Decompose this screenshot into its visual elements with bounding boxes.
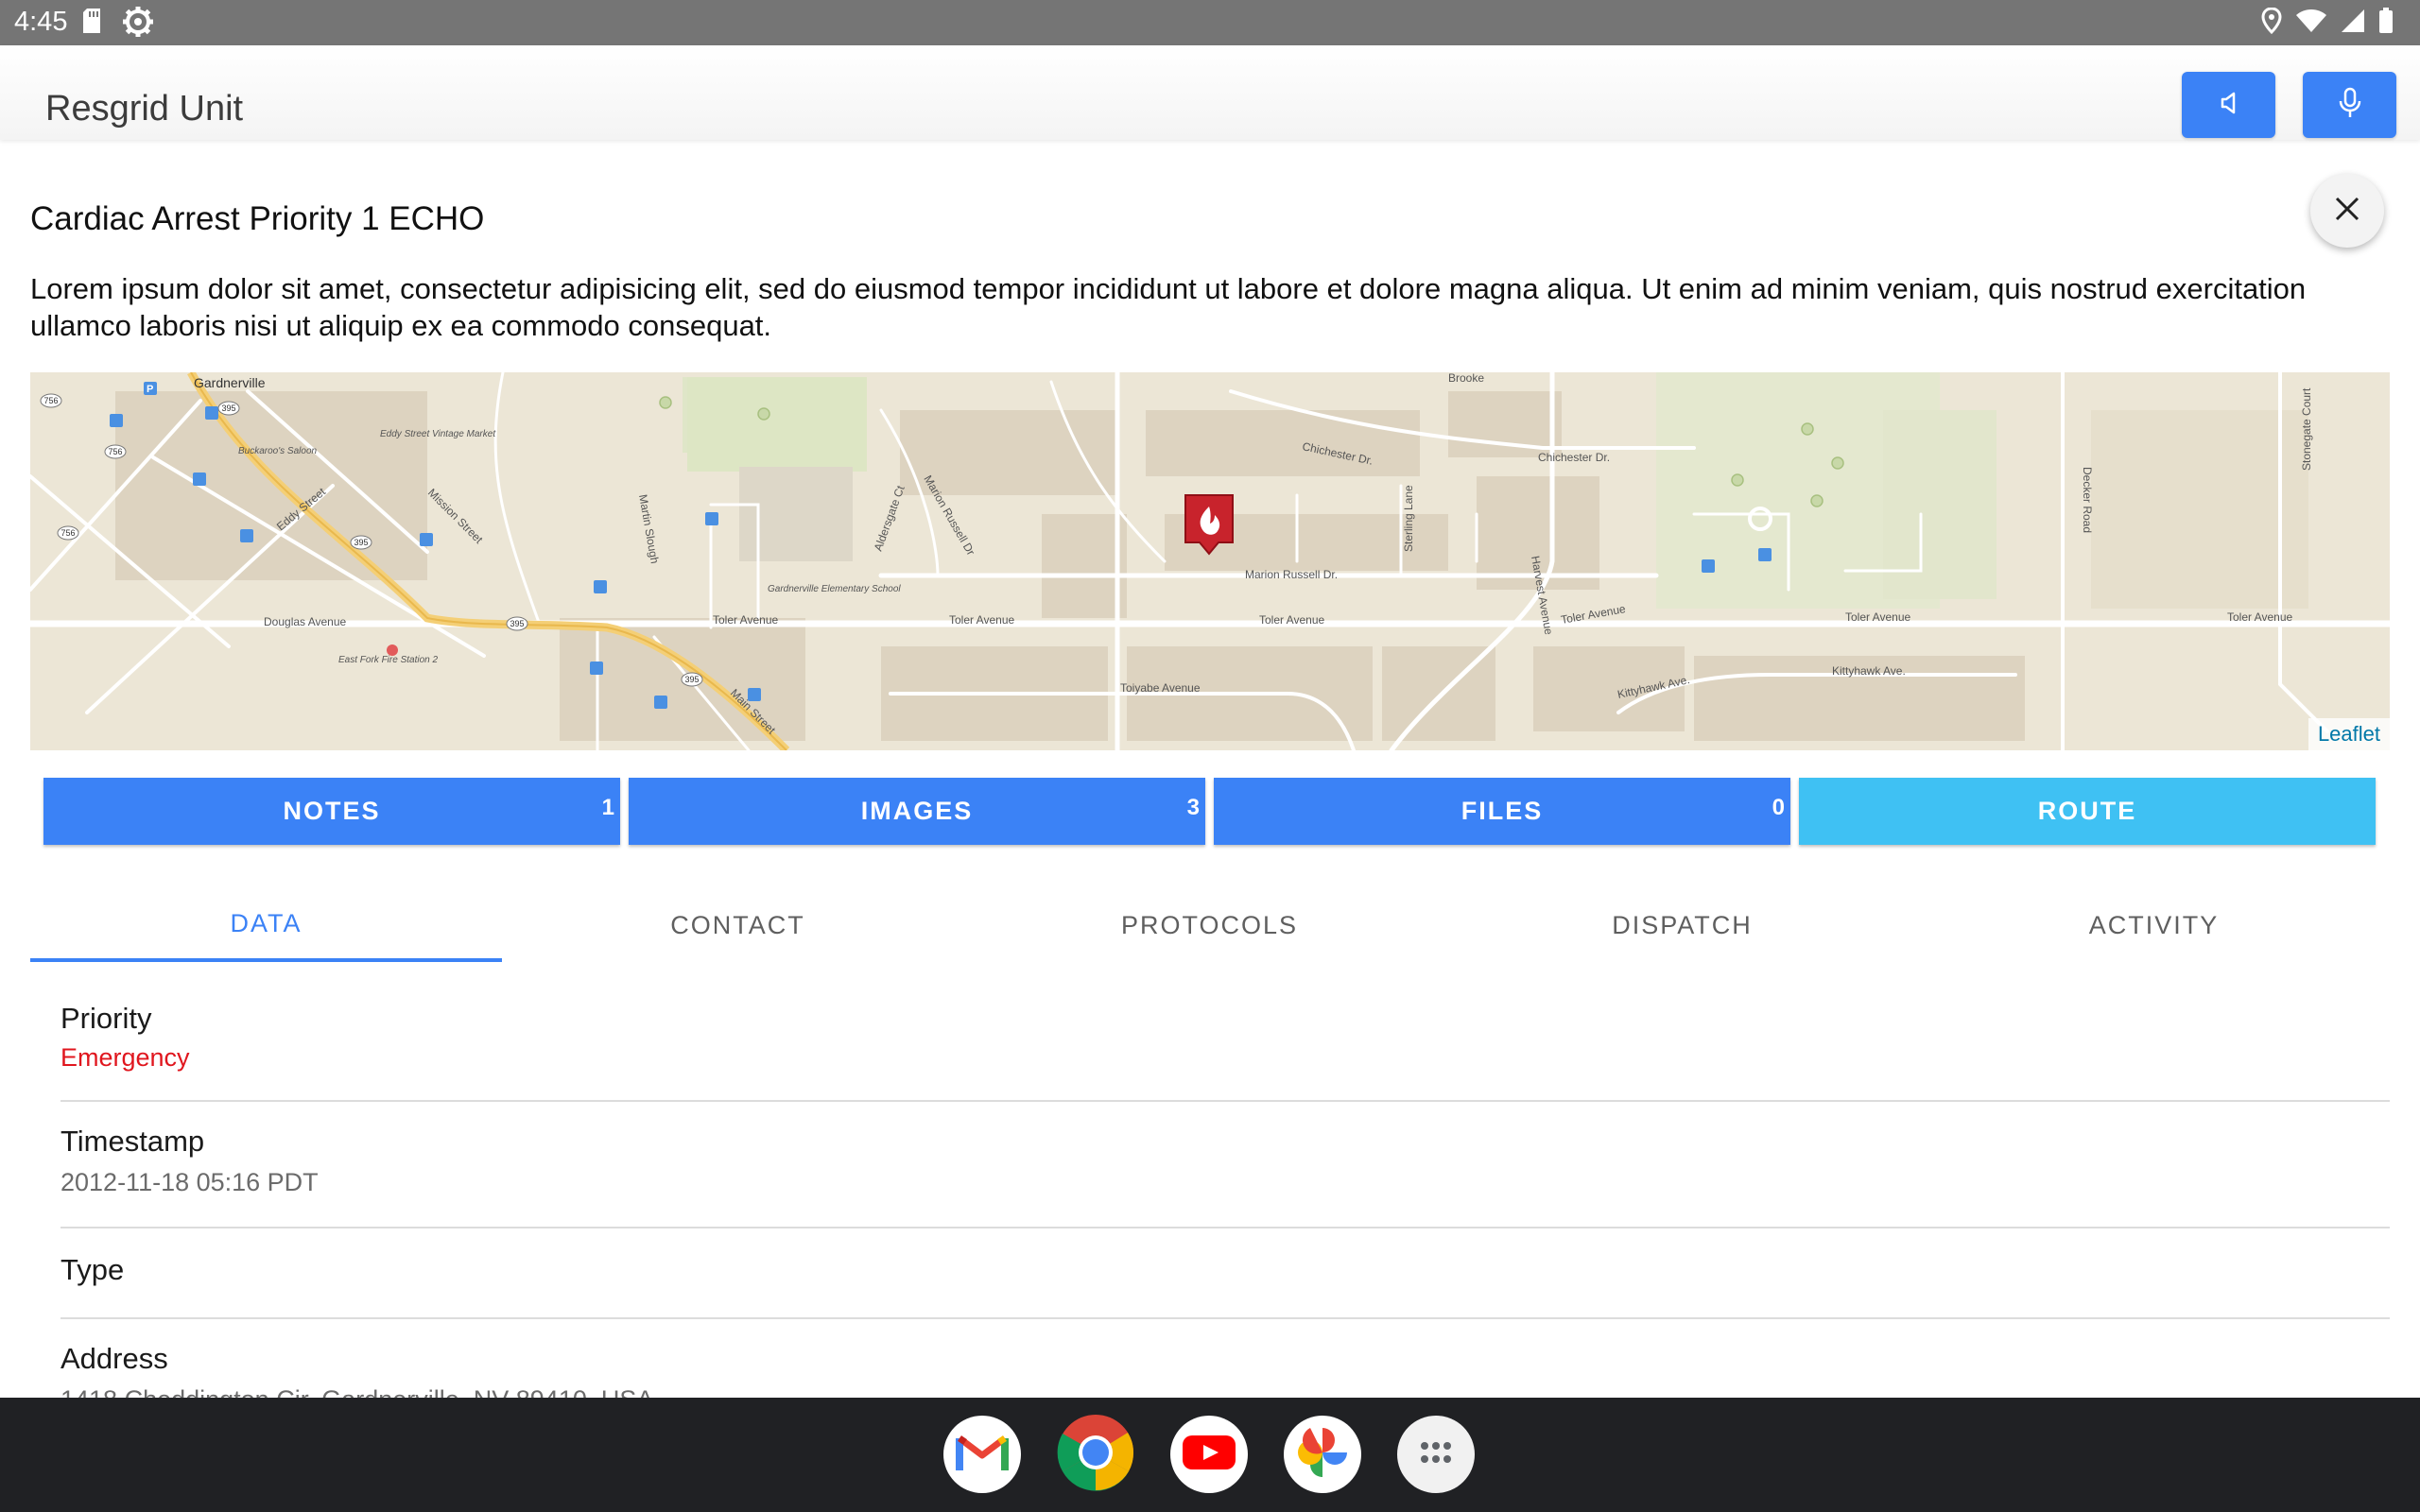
cell-signal-icon <box>2341 9 2365 38</box>
parking-marker <box>1758 548 1772 561</box>
settings-gear-icon <box>122 6 154 43</box>
route-button[interactable]: ROUTE <box>1799 778 2376 845</box>
notes-button-label: NOTES <box>283 797 381 825</box>
microphone-icon <box>2337 87 2363 124</box>
location-icon <box>2261 7 2282 39</box>
map-label-chichester-2: Chichester Dr. <box>1538 451 1610 464</box>
call-location-map[interactable]: P 395 395 395 395 756 756 756 Gardnervil… <box>30 372 2390 750</box>
parking-marker <box>654 696 667 709</box>
map-label-toler-5: Toler Avenue <box>1845 610 1910 624</box>
notes-button[interactable]: NOTES 1 <box>43 778 620 845</box>
priority-value: Emergency <box>60 1043 190 1072</box>
map-label-stonegate-court: Stonegate Court <box>2300 387 2313 471</box>
map-label-gardnerville: Gardnerville <box>194 375 266 390</box>
map-label-school: Gardnerville Elementary School <box>768 584 901 594</box>
parking-marker <box>705 512 718 525</box>
parking-marker <box>590 662 603 675</box>
call-title: Cardiac Arrest Priority 1 ECHO <box>30 200 485 237</box>
gmail-icon <box>956 1433 1009 1477</box>
files-count-badge: 0 <box>1772 795 1785 820</box>
map-label-brooke: Brooke <box>1448 372 1484 385</box>
call-description: Lorem ipsum dolor sit amet, consectetur … <box>30 272 2307 342</box>
tab-contact[interactable]: CONTACT <box>502 888 974 962</box>
gmail-app-button[interactable] <box>943 1416 1021 1493</box>
status-time: 4:45 <box>14 7 68 37</box>
photos-icon <box>1294 1424 1351 1486</box>
parking-marker <box>240 529 253 542</box>
map-label-martin-slough: Martin Slough <box>636 493 662 564</box>
wifi-icon <box>2295 9 2327 38</box>
map-label-decker-road: Decker Road <box>2081 467 2094 533</box>
tab-activity[interactable]: ACTIVITY <box>1918 888 2390 962</box>
youtube-icon <box>1183 1434 1236 1476</box>
map-label-marion-russell: Marion Russell Dr. <box>1245 568 1338 581</box>
tab-data[interactable]: DATA <box>30 888 502 962</box>
map-label-buckaroos: Buckaroo's Saloon <box>238 446 318 456</box>
tab-dispatch[interactable]: DISPATCH <box>1446 888 1918 962</box>
parking-marker <box>205 406 218 420</box>
type-label: Type <box>60 1253 125 1286</box>
files-button[interactable]: FILES 0 <box>1214 778 1790 845</box>
images-count-badge: 3 <box>1186 795 1200 820</box>
youtube-app-button[interactable] <box>1170 1416 1248 1493</box>
map-label-756-2: 756 <box>60 528 75 538</box>
route-button-label: ROUTE <box>2037 797 2137 825</box>
map-label-mission-street: Mission Street <box>425 486 486 546</box>
speaker-icon <box>2216 90 2242 121</box>
app-title: Resgrid Unit <box>45 89 244 129</box>
map-label-aldersgate: Aldersgate Ct <box>872 483 908 553</box>
files-button-label: FILES <box>1461 797 1544 825</box>
tab-protocols[interactable]: PROTOCOLS <box>974 888 1445 962</box>
priority-field: Priority Emergency <box>60 983 2390 1102</box>
parking-label: P <box>147 384 153 395</box>
sd-card-icon <box>81 8 102 39</box>
chrome-icon <box>1057 1414 1134 1496</box>
status-bar: 4:45 <box>0 0 2420 45</box>
status-icons <box>2261 7 2394 39</box>
taskbar <box>0 1398 2420 1512</box>
map-label-sterling-lane: Sterling Lane <box>1402 485 1415 552</box>
parking-marker <box>594 580 607 593</box>
app-launcher-icon <box>1417 1438 1455 1471</box>
photos-app-button[interactable] <box>1284 1416 1361 1493</box>
leaflet-attribution-link[interactable]: Leaflet <box>2308 718 2390 750</box>
priority-label: Priority <box>60 1002 152 1035</box>
parking-marker <box>110 414 123 427</box>
map-label-toler-3: Toler Avenue <box>1259 613 1324 627</box>
map-label-toler-1: Toler Avenue <box>713 613 778 627</box>
parking-marker <box>1702 559 1715 573</box>
map-label-756-1: 756 <box>108 447 122 456</box>
timestamp-label: Timestamp <box>60 1125 205 1158</box>
map-label-kittyhawk-2: Kittyhawk Ave. <box>1832 664 1906 678</box>
timestamp-value: 2012-11-18 05:16 PDT <box>60 1168 319 1196</box>
address-label: Address <box>60 1342 168 1375</box>
battery-icon <box>2378 8 2394 39</box>
close-button[interactable] <box>2310 174 2384 248</box>
app-launcher-button[interactable] <box>1397 1416 1475 1493</box>
parking-marker <box>193 472 206 486</box>
speaker-button[interactable] <box>2182 72 2275 138</box>
map-label-douglas-ave: Douglas Avenue <box>264 615 347 628</box>
type-field: Type <box>60 1228 2390 1319</box>
map-label-toiyabe: Toiyabe Avenue <box>1120 681 1201 695</box>
app-header: Resgrid Unit <box>0 45 2420 140</box>
images-button[interactable]: IMAGES 3 <box>629 778 1205 845</box>
map-label-395-2: 395 <box>354 538 368 547</box>
map-label-toler-2: Toler Avenue <box>949 613 1014 627</box>
map-label-eddy-vintage: Eddy Street Vintage Market <box>380 429 496 439</box>
map-label-fire-station: East Fork Fire Station 2 <box>338 655 438 665</box>
parking-marker <box>420 533 433 546</box>
map-label-395-3: 395 <box>510 619 524 628</box>
map-label-395-1: 395 <box>221 404 235 413</box>
timestamp-field: Timestamp 2012-11-18 05:16 PDT <box>60 1102 2390 1228</box>
images-button-label: IMAGES <box>860 797 974 825</box>
microphone-button[interactable] <box>2303 72 2396 138</box>
map-label-toler-6: Toler Avenue <box>2227 610 2292 624</box>
chrome-app-button[interactable] <box>1057 1414 1134 1496</box>
map-label-756-3: 756 <box>43 396 58 405</box>
fire-station-map-icon <box>387 644 398 656</box>
notes-count-badge: 1 <box>601 795 614 820</box>
close-icon <box>2334 196 2360 227</box>
map-label-395-4: 395 <box>684 675 699 684</box>
